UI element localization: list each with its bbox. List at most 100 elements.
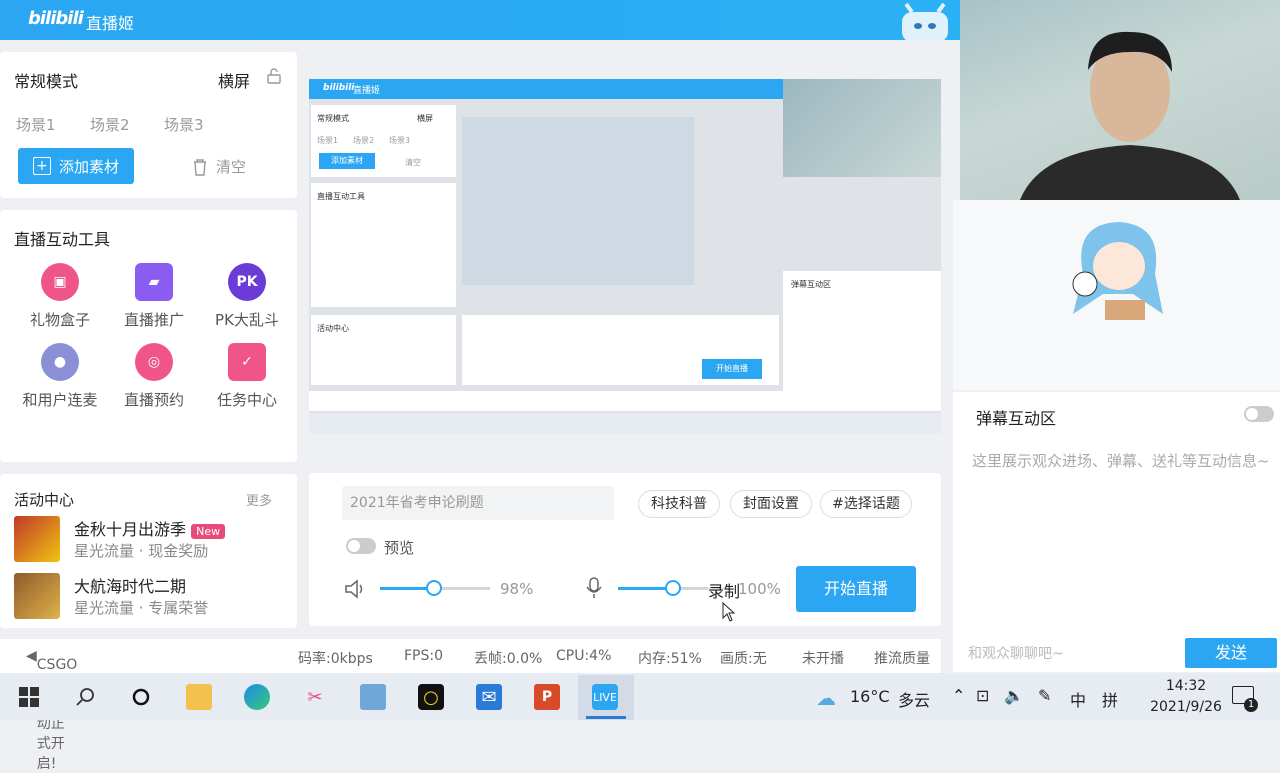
preview-taskbar (309, 413, 941, 434)
cpu-usage: CPU:4% (556, 648, 612, 664)
preview-danmu-panel: 弹幕互动区 发送 (783, 271, 941, 408)
tool-promote[interactable]: ▰ 直播推广 (104, 263, 204, 330)
network-icon[interactable]: ⊡ (976, 686, 989, 705)
mic-volume-value: 100% (738, 580, 781, 598)
edge-browser-icon[interactable] (244, 684, 270, 710)
activity-item[interactable]: 金秋十月出游季 New 星光流量 · 现金奖励 (14, 516, 294, 564)
tool-pk[interactable]: PK PK大乱斗 (197, 263, 297, 330)
mail-icon[interactable]: ✉ (476, 684, 502, 710)
trash-icon (194, 158, 206, 176)
speaker-icon[interactable] (343, 578, 367, 600)
mode-title: 常规模式 (14, 72, 79, 91)
photos-app-icon[interactable] (360, 684, 386, 710)
preview-camera (783, 79, 941, 177)
speaker-volume-value: 98% (500, 580, 534, 598)
activity-thumbnail (14, 573, 60, 619)
lock-icon[interactable] (266, 68, 282, 84)
mascot-girl-icon (1072, 222, 1163, 320)
preview-toggle[interactable] (346, 538, 376, 554)
clock-date[interactable]: 2021/9/26 (1141, 699, 1231, 715)
camera-area (953, 200, 1280, 390)
preview-control-panel: 开始直播 (462, 315, 779, 385)
mouse-cursor-icon (722, 602, 736, 622)
start-live-button[interactable]: 开始直播 (796, 566, 916, 612)
recorder-app-icon[interactable]: ○ (418, 684, 444, 710)
danmu-toggle[interactable] (1244, 406, 1274, 422)
task-icon: ✓ (228, 343, 266, 381)
cover-settings-chip[interactable]: 封面设置 (730, 490, 812, 518)
activity-subtitle: 星光流量 · 专属荣誉 (74, 599, 209, 617)
activity-name: 金秋十月出游季 New (74, 516, 226, 540)
activity-title: 活动中心 (14, 491, 75, 509)
tag-science-chip[interactable]: 科技科普 (638, 490, 720, 518)
search-icon[interactable] (72, 684, 98, 710)
windows-start-icon[interactable] (16, 684, 42, 710)
new-badge: New (191, 524, 226, 539)
fps: FPS:0 (404, 648, 444, 664)
active-app-indicator (586, 716, 626, 719)
clock-time[interactable]: 14:32 (1156, 678, 1216, 694)
tool-label: 和用户连麦 (22, 391, 98, 409)
activity-thumbnail (14, 516, 60, 562)
add-material-button[interactable]: + 添加素材 (18, 148, 134, 184)
app-title: 直播姬 (86, 14, 135, 33)
chevron-up-icon[interactable]: ⌃ (952, 686, 965, 705)
send-button[interactable]: 发送 (1185, 638, 1277, 668)
camera-feed (960, 0, 1280, 200)
stream-preview[interactable]: bilibili 直播姬 常规模式 横屏 场景1 场景2 场景3 添加素材 清空… (309, 79, 941, 434)
tool-mic-link[interactable]: ● 和用户连麦 (10, 343, 110, 410)
scene-tab-3[interactable]: 场景3 (164, 114, 204, 135)
preview-nested-capture (462, 117, 694, 285)
bilibili-logo: bilibili (28, 8, 84, 29)
topic-title-input[interactable]: 2021年省考申论刷题 (342, 486, 614, 520)
plus-box-icon: + (32, 157, 51, 175)
tool-task-center[interactable]: ✓ 任务中心 (197, 343, 297, 410)
powerpoint-icon[interactable]: P (534, 684, 560, 710)
speaker-slider-knob[interactable] (426, 580, 442, 596)
volume-icon[interactable]: 🔈 (1004, 686, 1024, 705)
tool-gift-box[interactable]: ▣ 礼物盒子 (10, 263, 110, 330)
activity-item[interactable]: 大航海时代二期 星光流量 · 专属荣誉 (14, 573, 294, 621)
person-silhouette-icon (1020, 31, 1240, 200)
activity-more-link[interactable]: 更多 (246, 490, 272, 509)
gift-icon: ▣ (41, 263, 79, 301)
scene-tab-2[interactable]: 场景2 (90, 114, 130, 135)
tool-label: 直播预约 (123, 391, 184, 409)
cloudy-weather-icon[interactable]: ☁ (816, 686, 836, 710)
mic-link-icon: ● (41, 343, 79, 381)
weather-temp: 16°C (850, 687, 890, 706)
tools-title: 直播互动工具 (14, 230, 111, 249)
preview-activity-panel: 活动中心 (311, 315, 456, 385)
mic-slider-knob[interactable] (665, 580, 681, 596)
tv-mascot-icon (902, 2, 948, 40)
reserve-icon: ◎ (135, 343, 173, 381)
clear-label: 清空 (216, 158, 247, 176)
select-topic-chip[interactable]: #选择话题 (820, 490, 912, 518)
scene-tab-1[interactable]: 场景1 (16, 114, 56, 135)
ime-language[interactable]: 中 (1070, 687, 1086, 711)
bilibili-live-app-icon[interactable]: LIVE (592, 684, 618, 710)
pk-icon: PK (228, 263, 266, 301)
quality: 画质:无 (720, 651, 767, 667)
orientation-toggle[interactable]: 横屏 (218, 68, 250, 92)
tool-label: PK大乱斗 (215, 311, 279, 329)
microphone-icon[interactable] (585, 576, 603, 600)
activity-subtitle: 星光流量 · 现金奖励 (74, 542, 209, 560)
preview-label: 预览 (384, 539, 415, 557)
notice-text[interactable]: ◀ CSGO激流大行动正式开启! (26, 648, 77, 772)
promote-icon: ▰ (135, 263, 173, 301)
danmu-title: 弹幕互动区 (976, 409, 1057, 428)
pen-icon[interactable]: ✎ (1038, 686, 1051, 705)
ime-mode[interactable]: 拼 (1102, 687, 1118, 711)
tool-label: 任务中心 (216, 391, 277, 409)
tool-reserve[interactable]: ◎ 直播预约 (104, 343, 204, 410)
push-quality[interactable]: 推流质量 (874, 648, 930, 668)
task-view-icon[interactable] (128, 684, 154, 710)
preview-status (309, 391, 941, 411)
chat-input[interactable]: 和观众聊聊吧~ (968, 643, 1064, 663)
clear-button[interactable]: 清空 (192, 156, 246, 177)
preview-mode-panel: 常规模式 横屏 场景1 场景2 场景3 添加素材 清空 (311, 105, 456, 177)
status-bar: ◀ CSGO激流大行动正式开启! 码率:0kbps FPS:0 丢帧:0.0% … (0, 639, 941, 772)
file-explorer-icon[interactable] (186, 684, 212, 710)
snipping-tool-icon[interactable]: ✂ (302, 684, 328, 710)
